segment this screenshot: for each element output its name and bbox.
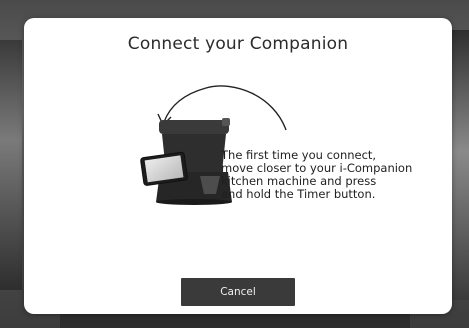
background-image-bottom: [60, 314, 410, 328]
cancel-button[interactable]: Cancel: [181, 278, 295, 306]
kitchen-machine-with-phone-icon: [140, 118, 232, 205]
connect-dialog: Connect your Companion The first time yo…: [24, 18, 452, 314]
instruction-text: The first time you connect, move closer …: [221, 149, 441, 201]
background-image-left: [0, 40, 22, 290]
dialog-title: Connect your Companion: [127, 34, 349, 54]
background-image-right: [451, 30, 469, 300]
instruction-line: and hold the Timer button.: [221, 187, 376, 201]
